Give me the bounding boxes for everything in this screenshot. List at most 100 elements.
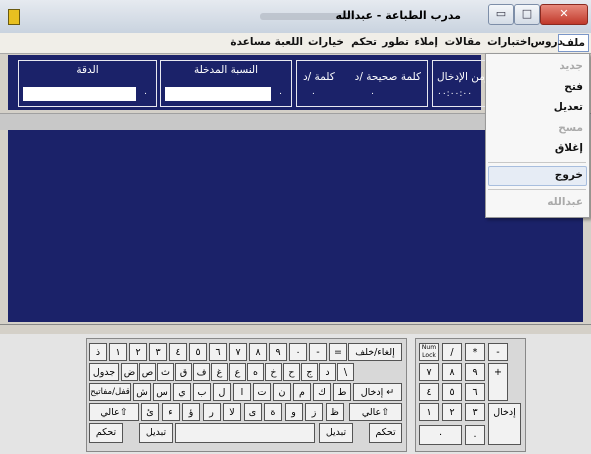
numpad-key[interactable]: . — [465, 425, 485, 445]
key[interactable]: خ — [265, 363, 282, 381]
key[interactable]: ٣ — [149, 343, 167, 361]
key[interactable]: ٥ — [189, 343, 207, 361]
wpm-value: ٠ — [311, 89, 316, 99]
enter-key[interactable]: إدخال ↵ — [353, 383, 402, 401]
key[interactable]: ١ — [109, 343, 127, 361]
numpad-key[interactable]: ٧ — [419, 363, 439, 381]
key[interactable]: ئ — [141, 403, 159, 421]
menu-control[interactable]: تحكم — [351, 36, 377, 48]
numpad-key[interactable]: ٢ — [442, 403, 462, 421]
menu-exit[interactable]: خروج — [555, 169, 583, 181]
key[interactable]: ع — [229, 363, 246, 381]
key[interactable]: ر — [202, 403, 221, 421]
key[interactable]: ٠ — [289, 343, 307, 361]
key[interactable]: ت — [253, 383, 271, 401]
key[interactable]: - — [309, 343, 327, 361]
key[interactable]: م — [293, 383, 311, 401]
key[interactable]: ك — [313, 383, 331, 401]
key[interactable]: ذ — [89, 343, 107, 361]
maximize-button[interactable]: □ — [514, 4, 540, 25]
key[interactable]: ى — [243, 403, 262, 421]
menu-help[interactable]: مساعدة — [230, 36, 271, 48]
numpad-key[interactable]: / — [442, 343, 462, 361]
numpad-key[interactable]: * — [465, 343, 485, 361]
key[interactable]: لا — [223, 403, 241, 421]
key[interactable]: ه — [247, 363, 264, 381]
key[interactable]: و — [284, 403, 303, 421]
numpad-key[interactable]: ٨ — [442, 363, 462, 381]
key[interactable]: ٢ — [129, 343, 147, 361]
key[interactable]: ٦ — [209, 343, 227, 361]
numpad-key[interactable]: ٥ — [442, 383, 462, 401]
menu-edit[interactable]: تعديل — [554, 101, 583, 113]
numpad-key[interactable]: ١ — [419, 403, 439, 421]
key[interactable]: ٧ — [229, 343, 247, 361]
numpad-key[interactable]: إدخال — [488, 403, 521, 445]
key[interactable]: غ — [211, 363, 228, 381]
capslock-key[interactable]: قفل/مفاتيح — [89, 383, 131, 401]
numpad-key[interactable]: - — [488, 343, 508, 361]
menu-new[interactable]: جديد — [559, 60, 583, 72]
numpad-key[interactable]: ٩ — [465, 363, 485, 381]
ctrl-left-key[interactable]: تحكم — [89, 423, 123, 443]
key[interactable]: ء — [161, 403, 180, 421]
numpad-key[interactable]: + — [488, 363, 508, 401]
key[interactable]: ب — [193, 383, 211, 401]
app-icon — [8, 9, 20, 25]
menu-options[interactable]: خيارات — [308, 36, 344, 48]
menu-user[interactable]: عبدالله — [547, 196, 583, 208]
key[interactable]: ف — [193, 363, 210, 381]
key[interactable]: ط — [333, 383, 351, 401]
key[interactable]: ظ — [325, 403, 344, 421]
key[interactable]: ق — [175, 363, 192, 381]
key[interactable]: ز — [305, 403, 323, 421]
menu-progress[interactable]: تطور — [382, 36, 409, 48]
numpad-key[interactable]: ٠ — [419, 425, 462, 445]
ctrl-right-key[interactable]: تحكم — [369, 423, 402, 443]
numpad-key[interactable]: ٤ — [419, 383, 439, 401]
key[interactable]: ث — [157, 363, 174, 381]
menu-tests[interactable]: اختبارات — [487, 36, 531, 48]
key[interactable]: ل — [213, 383, 231, 401]
shift-right-key[interactable]: عالي⇧ — [349, 403, 402, 421]
menu-close[interactable]: إغلاق — [555, 142, 583, 154]
time-box: زمن الإدخال ٠٠:٠٠:٠٠ — [432, 60, 490, 107]
key[interactable]: ص — [139, 363, 156, 381]
menu-lessons[interactable]: دروس — [531, 36, 563, 48]
key[interactable]: س — [153, 383, 171, 401]
key[interactable]: د — [319, 363, 336, 381]
backspace-key[interactable]: إلغاء/خلف — [348, 343, 402, 361]
key[interactable]: = — [329, 343, 347, 361]
menu-open[interactable]: فتح — [564, 81, 583, 93]
time-value: ٠٠:٠٠:٠٠ — [437, 89, 473, 99]
alt-right-key[interactable]: تبديل — [319, 423, 353, 443]
numpad-key[interactable]: ٦ — [465, 383, 485, 401]
key[interactable]: ة — [264, 403, 282, 421]
minimize-button[interactable]: ▭ — [488, 4, 514, 25]
accuracy-box: الدقة ٠ — [18, 60, 157, 107]
numpad-key[interactable]: ٣ — [465, 403, 485, 421]
key[interactable]: ح — [283, 363, 300, 381]
menu-game[interactable]: اللعبة — [275, 36, 303, 48]
key[interactable]: ش — [133, 383, 151, 401]
key[interactable]: ض — [121, 363, 138, 381]
key[interactable]: ا — [233, 383, 251, 401]
numlock-key[interactable]: Num Lock — [419, 343, 439, 361]
space-key[interactable] — [175, 423, 315, 443]
key[interactable]: ٤ — [169, 343, 187, 361]
menu-delete[interactable]: مسح — [558, 122, 583, 134]
menu-articles[interactable]: مقالات — [445, 36, 481, 48]
key[interactable]: ج — [301, 363, 318, 381]
tab-key[interactable]: جدول — [89, 363, 119, 381]
key[interactable]: ٩ — [269, 343, 287, 361]
key[interactable]: ٨ — [249, 343, 267, 361]
shift-left-key[interactable]: عالي⇧ — [89, 403, 139, 421]
menu-dictation[interactable]: إملاء — [415, 36, 438, 48]
key[interactable]: \ — [337, 363, 354, 381]
key[interactable]: ؤ — [182, 403, 200, 421]
menu-separator — [488, 189, 586, 190]
alt-left-key[interactable]: تبديل — [139, 423, 173, 443]
close-button[interactable]: ✕ — [540, 4, 588, 25]
key[interactable]: ي — [173, 383, 191, 401]
key[interactable]: ن — [273, 383, 291, 401]
